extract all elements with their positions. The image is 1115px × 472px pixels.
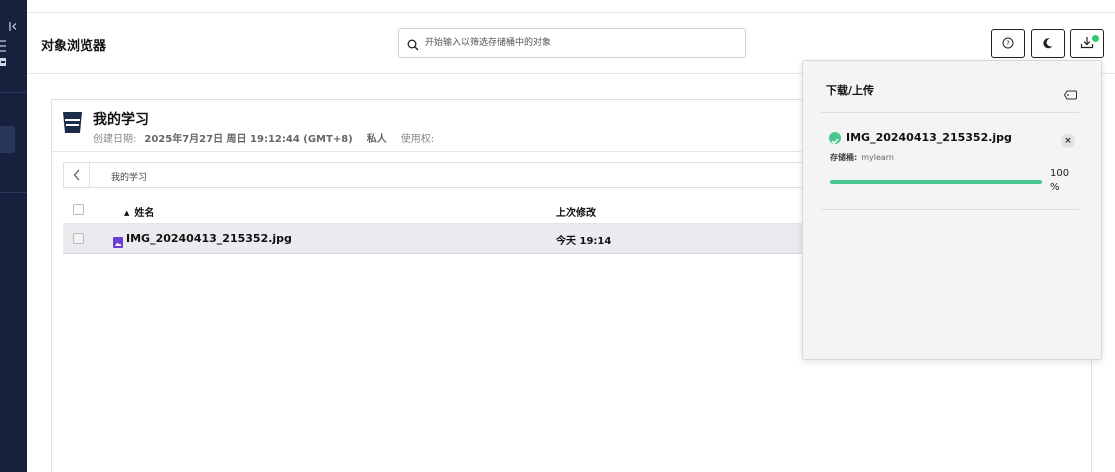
select-all-checkbox[interactable] (73, 204, 84, 215)
bucket-meta: 创建日期: 2025年7月27日 周日 19:12:44 (GMT+8) 私人 使用权… (93, 130, 442, 145)
row-checkbox[interactable] (73, 233, 84, 244)
transfer-bucket: 存储桶: mylearn (830, 152, 894, 163)
transfer-status-dot (1092, 35, 1099, 42)
created-value: 2025年7月27日 周日 19:12:44 (GMT+8) (144, 134, 353, 145)
divider (821, 209, 1079, 210)
close-icon[interactable]: × (1061, 134, 1075, 148)
back-button[interactable] (64, 163, 90, 187)
sidebar-item-active[interactable] (0, 126, 15, 153)
check-circle-icon (829, 132, 841, 145)
transfers-title: 下载/上传 (826, 84, 875, 97)
bucket-icon[interactable] (0, 58, 6, 69)
transfers-panel: 下载/上传 IMG_20240413_215352.jpg × 存储桶: myle… (802, 60, 1102, 360)
image-file-icon (113, 233, 123, 248)
column-name-label: 姓名 (134, 208, 155, 219)
search-icon (407, 36, 421, 51)
sidebar-divider (0, 192, 27, 193)
theme-toggle-button[interactable] (1031, 29, 1065, 58)
moon-icon (1042, 34, 1054, 53)
transfers-button[interactable] (1070, 29, 1104, 58)
bucket-value: mylearn (861, 153, 894, 162)
usage-label: 使用权: (400, 134, 435, 145)
search-box[interactable] (398, 28, 746, 58)
sort-asc-icon: ▲ (124, 209, 130, 217)
progress-fill (830, 180, 1042, 184)
file-modified: 今天 19:14 (556, 236, 612, 247)
column-name-header[interactable]: ▲ 姓名 (124, 204, 154, 219)
progress-percent: 100 % (1050, 168, 1070, 193)
sidebar-divider (0, 92, 27, 93)
menu-icon[interactable] (0, 40, 6, 57)
transfer-file-name: IMG_20240413_215352.jpg (846, 131, 1012, 144)
collapse-left-icon[interactable] (9, 22, 19, 34)
search-input[interactable] (425, 34, 735, 52)
clear-tag-icon[interactable] (1063, 85, 1077, 100)
left-sidebar (0, 0, 27, 472)
svg-text:?: ? (1006, 40, 1010, 48)
breadcrumb-item[interactable]: 我的学习 (111, 170, 147, 183)
bucket-icon (62, 111, 83, 134)
bucket-name: 我的学习 (93, 112, 149, 128)
progress-bar (830, 180, 1042, 184)
file-name[interactable]: IMG_20240413_215352.jpg (126, 232, 292, 245)
page-title: 对象浏览器 (41, 39, 107, 54)
bucket-label: 存储桶: (830, 153, 858, 162)
column-modified-header[interactable]: 上次修改 (556, 204, 596, 219)
divider (821, 112, 1079, 113)
help-button[interactable]: ? (991, 29, 1025, 58)
help-icon: ? (1002, 34, 1014, 53)
created-label: 创建日期: (93, 134, 137, 145)
access-value: 私人 (366, 134, 387, 145)
chevron-left-icon (73, 166, 81, 185)
